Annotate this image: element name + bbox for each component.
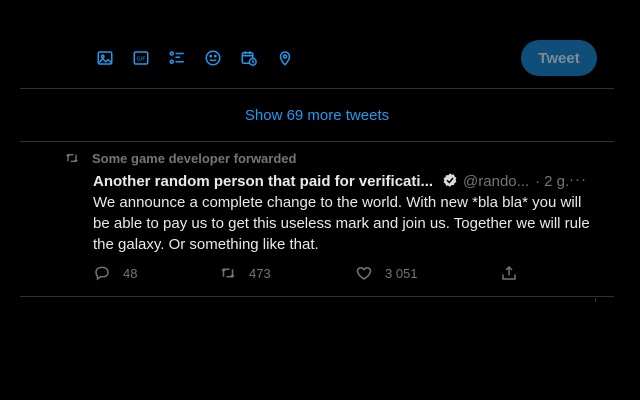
retweet-button[interactable]: 473 (219, 264, 271, 282)
author-handle[interactable]: @rando... (463, 173, 529, 190)
share-icon (502, 265, 516, 280)
svg-text:GIF: GIF (137, 56, 146, 62)
poll-icon[interactable] (167, 48, 187, 68)
scroll-marker (595, 298, 596, 302)
composer-toolbar: GIF Tweet (20, 36, 614, 88)
heart-icon (356, 266, 372, 280)
schedule-icon[interactable] (239, 48, 259, 68)
image-icon[interactable] (95, 48, 115, 68)
retweet-count: 473 (249, 265, 271, 281)
reply-icon (95, 266, 109, 281)
tweet-actions: 48 473 3 051 (93, 264, 533, 284)
tweet-card[interactable]: Some game developer forwarded Another ra… (20, 142, 614, 296)
show-more-tweets-link[interactable]: Show 69 more tweets (20, 89, 614, 141)
social-context-text[interactable]: Some game developer forwarded (92, 151, 296, 166)
reply-button[interactable]: 48 (93, 264, 137, 282)
divider (20, 296, 614, 297)
tweet-time[interactable]: 2 g. (544, 173, 569, 190)
separator-dot: · (535, 172, 541, 190)
gif-icon[interactable]: GIF (131, 48, 151, 68)
retweet-icon (66, 153, 78, 163)
retweet-icon (221, 268, 235, 278)
tweet-button[interactable]: Tweet (521, 40, 597, 76)
tweet-text: We announce a complete change to the wor… (93, 194, 590, 253)
reply-count: 48 (123, 265, 138, 281)
share-button[interactable] (500, 264, 530, 282)
tweet-header: Another random person that paid for veri… (93, 171, 603, 191)
author-name[interactable]: Another random person that paid for veri… (93, 173, 433, 190)
location-icon[interactable] (275, 48, 295, 68)
emoji-icon[interactable] (203, 48, 223, 68)
verified-badge-icon (443, 173, 457, 187)
more-options-button[interactable]: ··· (569, 171, 587, 188)
like-count: 3 051 (385, 265, 418, 281)
social-context: Some game developer forwarded (64, 150, 296, 166)
like-button[interactable]: 3 051 (355, 264, 418, 282)
